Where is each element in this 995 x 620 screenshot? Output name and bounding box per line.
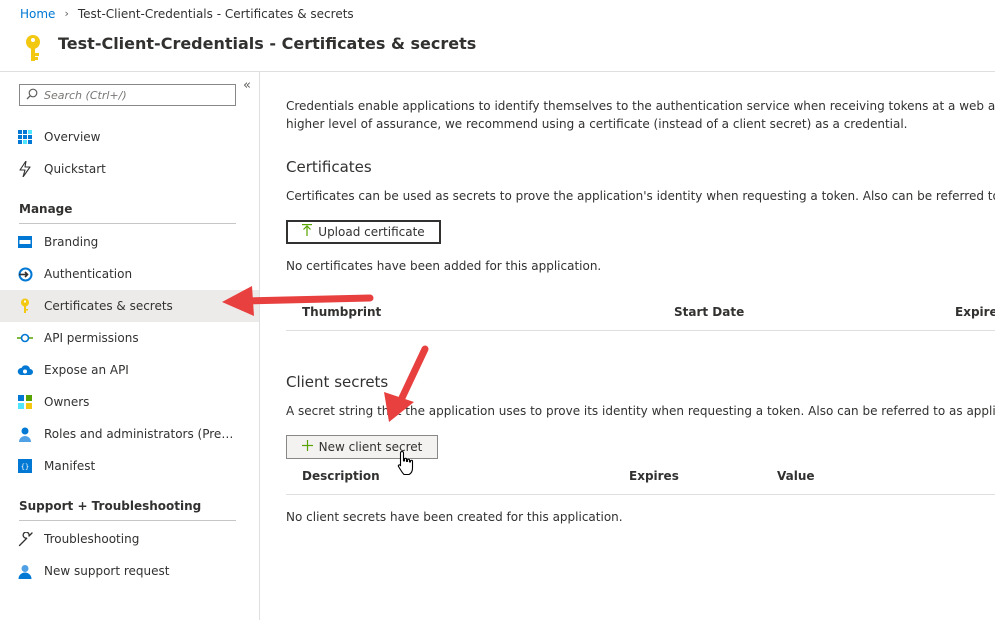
sidebar-item-label: Authentication [44,267,133,281]
lightning-icon [17,161,33,177]
search-box[interactable] [19,84,236,106]
branding-icon [17,234,33,250]
column-header-description[interactable]: Description [302,469,380,483]
column-header-value[interactable]: Value [777,469,815,483]
intro-line: Credentials enable applications to ident… [286,99,995,113]
sidebar-item-label: Certificates & secrets [44,299,173,313]
sidebar-item-label: Owners [44,395,90,409]
sidebar-item-label: Expose an API [44,363,129,377]
sidebar-item-troubleshooting[interactable]: Troubleshooting [0,523,259,555]
main-content: Credentials enable applications to ident… [261,72,995,620]
sidebar-item-label: Troubleshooting [44,532,140,546]
sidebar-item-label: Roles and administrators (Previ... [44,427,236,441]
section-heading-support: Support + Troubleshooting [19,499,202,513]
sidebar-item-certificates-secrets[interactable]: Certificates & secrets [0,290,259,322]
sidebar-item-roles-administrators[interactable]: Roles and administrators (Previ... [0,418,259,450]
breadcrumb-home-link[interactable]: Home [20,7,55,21]
authentication-icon [17,266,33,282]
column-header-start-date[interactable]: Start Date [674,305,744,319]
search-input[interactable] [44,88,224,102]
client-secrets-description: A secret string that the application use… [286,404,995,418]
sidebar-item-branding[interactable]: Branding [0,226,259,258]
support-person-icon [17,563,33,579]
sidebar-item-label: Manifest [44,459,96,473]
sidebar-item-manifest[interactable]: {} Manifest [0,450,259,482]
manifest-icon: {} [17,458,33,474]
table-divider [286,494,995,495]
divider [19,520,236,521]
divider [19,223,236,224]
table-divider [286,330,995,331]
sidebar-item-owners[interactable]: Owners [0,386,259,418]
upload-arrow-icon [302,224,313,240]
sidebar-item-new-support-request[interactable]: New support request [0,555,259,587]
sidebar-item-authentication[interactable]: Authentication [0,258,259,290]
sidebar-item-label: Branding [44,235,99,249]
cloud-icon [17,362,33,378]
sidebar-item-quickstart[interactable]: Quickstart [0,153,259,185]
overview-grid-icon [17,129,33,145]
section-heading-manage: Manage [19,202,73,216]
sidebar-item-label: API permissions [44,331,139,345]
column-header-expires[interactable]: Expires [955,305,995,319]
sidebar-item-label: Overview [44,130,101,144]
breadcrumb-current: Test-Client-Credentials - Certificates &… [77,6,354,21]
chevron-right-icon: › [64,7,69,20]
certificates-description: Certificates can be used as secrets to p… [286,189,995,203]
client-secrets-empty-text: No client secrets have been created for … [286,510,623,524]
client-secrets-title: Client secrets [286,373,389,391]
upload-certificate-button[interactable]: Upload certificate [286,220,441,244]
column-header-thumbprint[interactable]: Thumbprint [302,305,381,319]
breadcrumb: Home › Test-Client-Credentials - Certifi… [0,0,995,27]
svg-text:{}: {} [21,463,29,471]
sidebar-item-label: New support request [44,564,170,578]
column-header-expires[interactable]: Expires [629,469,679,483]
upload-certificate-label: Upload certificate [318,225,425,239]
certificates-title: Certificates [286,158,372,176]
key-icon [22,33,44,68]
certificates-empty-text: No certificates have been added for this… [286,259,602,273]
intro-line: higher level of assurance, we recommend … [286,117,908,131]
roles-user-icon [17,426,33,442]
intro-text: Credentials enable applications to ident… [286,97,995,133]
hand-cursor-icon [396,450,416,479]
sidebar-item-api-permissions[interactable]: API permissions [0,322,259,354]
api-permissions-icon [17,330,33,346]
sidebar-item-overview[interactable]: Overview [0,121,259,153]
collapse-sidebar-button[interactable]: « [243,78,251,93]
page-header: Test-Client-Credentials - Certificates &… [0,27,995,72]
sidebar: « Overview Quickstart Manage Branding Au… [0,72,260,620]
owners-icon [17,394,33,410]
plus-icon [301,439,313,455]
page-title: Test-Client-Credentials - Certificates &… [58,34,477,53]
sidebar-item-expose-an-api[interactable]: Expose an API [0,354,259,386]
wrench-icon [17,531,33,547]
key-icon [17,298,33,314]
sidebar-item-label: Quickstart [44,162,106,176]
search-icon [26,88,38,103]
